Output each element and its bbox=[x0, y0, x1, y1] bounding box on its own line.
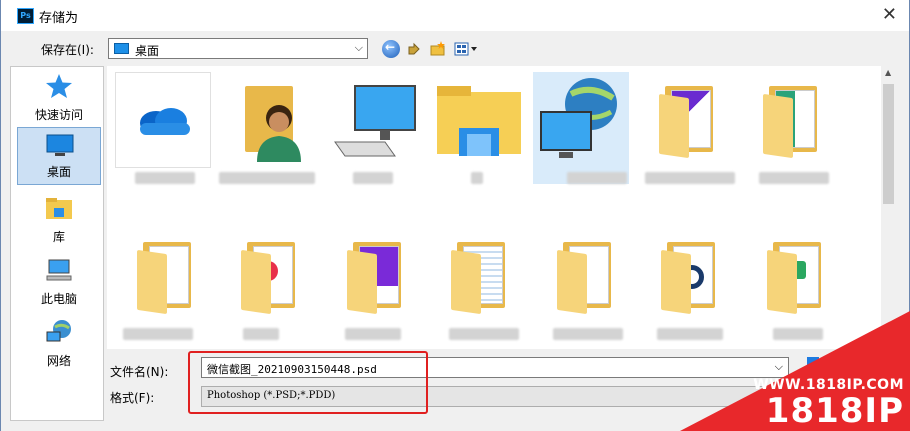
file-item-libraries[interactable] bbox=[429, 72, 525, 184]
file-item-user-folder[interactable] bbox=[219, 72, 315, 184]
chevron-down-icon: ⌵ bbox=[354, 41, 363, 54]
blurred-filename bbox=[759, 172, 829, 184]
network-icon bbox=[533, 72, 629, 168]
desktop-icon bbox=[46, 134, 74, 156]
scroll-up-icon[interactable]: ▲ bbox=[885, 68, 891, 77]
blurred-filename bbox=[123, 328, 193, 340]
sidebar-item-label: 桌面 bbox=[46, 165, 71, 179]
watermark-brand: 1818IP bbox=[765, 391, 904, 431]
sidebar-item-library[interactable]: 库 bbox=[17, 191, 101, 249]
view-menu-button[interactable] bbox=[453, 40, 479, 58]
file-item-this-pc[interactable] bbox=[325, 72, 421, 184]
sidebar-item-this-pc[interactable]: 此电脑 bbox=[17, 253, 101, 311]
computer-icon bbox=[325, 72, 421, 168]
file-item-folder[interactable] bbox=[327, 228, 423, 340]
new-folder-button[interactable] bbox=[429, 40, 447, 58]
file-item-folder[interactable] bbox=[431, 228, 527, 340]
folder-green-icon bbox=[743, 72, 839, 168]
libraries-folder-icon bbox=[429, 72, 525, 168]
file-list-view[interactable] bbox=[107, 66, 897, 349]
folder-purple-icon bbox=[327, 228, 423, 324]
file-item-network[interactable] bbox=[533, 72, 629, 184]
blurred-filename bbox=[353, 172, 393, 184]
blurred-filename bbox=[243, 328, 279, 340]
user-folder-icon bbox=[219, 72, 315, 168]
folder-purple-icon bbox=[639, 72, 735, 168]
sidebar-item-quick-access[interactable]: 快速访问 bbox=[17, 69, 101, 127]
network-globe-icon bbox=[46, 320, 71, 342]
blurred-filename bbox=[553, 328, 623, 340]
file-item-folder[interactable] bbox=[639, 72, 735, 184]
onedrive-icon bbox=[115, 72, 211, 168]
save-as-dialog: Ps 存储为 ✕ 保存在(I): 桌面 ⌵ 快速访问 桌面 库 此电脑 bbox=[0, 0, 910, 431]
folder-excel-icon bbox=[747, 228, 843, 324]
file-item-folder[interactable] bbox=[747, 228, 843, 340]
file-item-folder[interactable] bbox=[537, 228, 633, 340]
photoshop-icon: Ps bbox=[17, 8, 34, 24]
up-folder-button[interactable] bbox=[406, 40, 424, 58]
sidebar-item-label: 快速访问 bbox=[34, 108, 83, 122]
folder-chart-icon bbox=[641, 228, 737, 324]
close-icon[interactable]: ✕ bbox=[882, 4, 897, 25]
sidebar-item-label: 库 bbox=[52, 230, 65, 244]
sidebar-item-network[interactable]: 网络 bbox=[17, 315, 101, 373]
folder-person-icon bbox=[537, 228, 633, 324]
blurred-filename bbox=[471, 172, 483, 184]
location-value: 桌面 bbox=[135, 44, 160, 58]
chevron-down-icon[interactable]: ⌵ bbox=[775, 360, 783, 374]
desktop-icon bbox=[114, 43, 129, 54]
file-item-onedrive[interactable] bbox=[115, 72, 211, 184]
sidebar-item-desktop[interactable]: 桌面 bbox=[17, 127, 101, 185]
blurred-filename bbox=[657, 328, 723, 340]
folder-icon bbox=[117, 228, 213, 324]
dialog-title: 存储为 bbox=[39, 11, 79, 26]
folder-blue-icon bbox=[431, 228, 527, 324]
blurred-filename bbox=[645, 172, 735, 184]
computer-icon bbox=[46, 259, 72, 281]
blurred-filename bbox=[449, 328, 519, 340]
library-folder-icon bbox=[46, 198, 72, 219]
highlight-annotation-box bbox=[188, 351, 428, 414]
blurred-filename bbox=[773, 328, 823, 340]
title-bar: Ps 存储为 ✕ bbox=[1, 0, 909, 31]
blurred-filename bbox=[345, 328, 401, 340]
file-item-folder[interactable] bbox=[117, 228, 213, 340]
format-label: 格式(F): bbox=[110, 391, 155, 405]
file-item-folder[interactable] bbox=[743, 72, 839, 184]
folder-red-icon bbox=[221, 228, 317, 324]
file-item-folder[interactable] bbox=[221, 228, 317, 340]
blurred-filename bbox=[135, 172, 195, 184]
sidebar-item-label: 此电脑 bbox=[40, 292, 77, 306]
star-icon bbox=[46, 74, 72, 98]
blurred-filename bbox=[567, 172, 627, 184]
filename-label: 文件名(N): bbox=[110, 365, 169, 379]
save-in-label: 保存在(I): bbox=[41, 43, 94, 57]
back-button[interactable] bbox=[382, 40, 400, 58]
places-sidebar: 快速访问 桌面 库 此电脑 网络 bbox=[10, 66, 104, 421]
blurred-filename bbox=[219, 172, 315, 184]
vertical-scrollbar[interactable]: ▲ bbox=[881, 66, 897, 349]
scroll-thumb[interactable] bbox=[883, 84, 894, 204]
location-dropdown[interactable]: 桌面 ⌵ bbox=[108, 38, 368, 59]
file-item-folder[interactable] bbox=[641, 228, 737, 340]
sidebar-item-label: 网络 bbox=[46, 354, 71, 368]
